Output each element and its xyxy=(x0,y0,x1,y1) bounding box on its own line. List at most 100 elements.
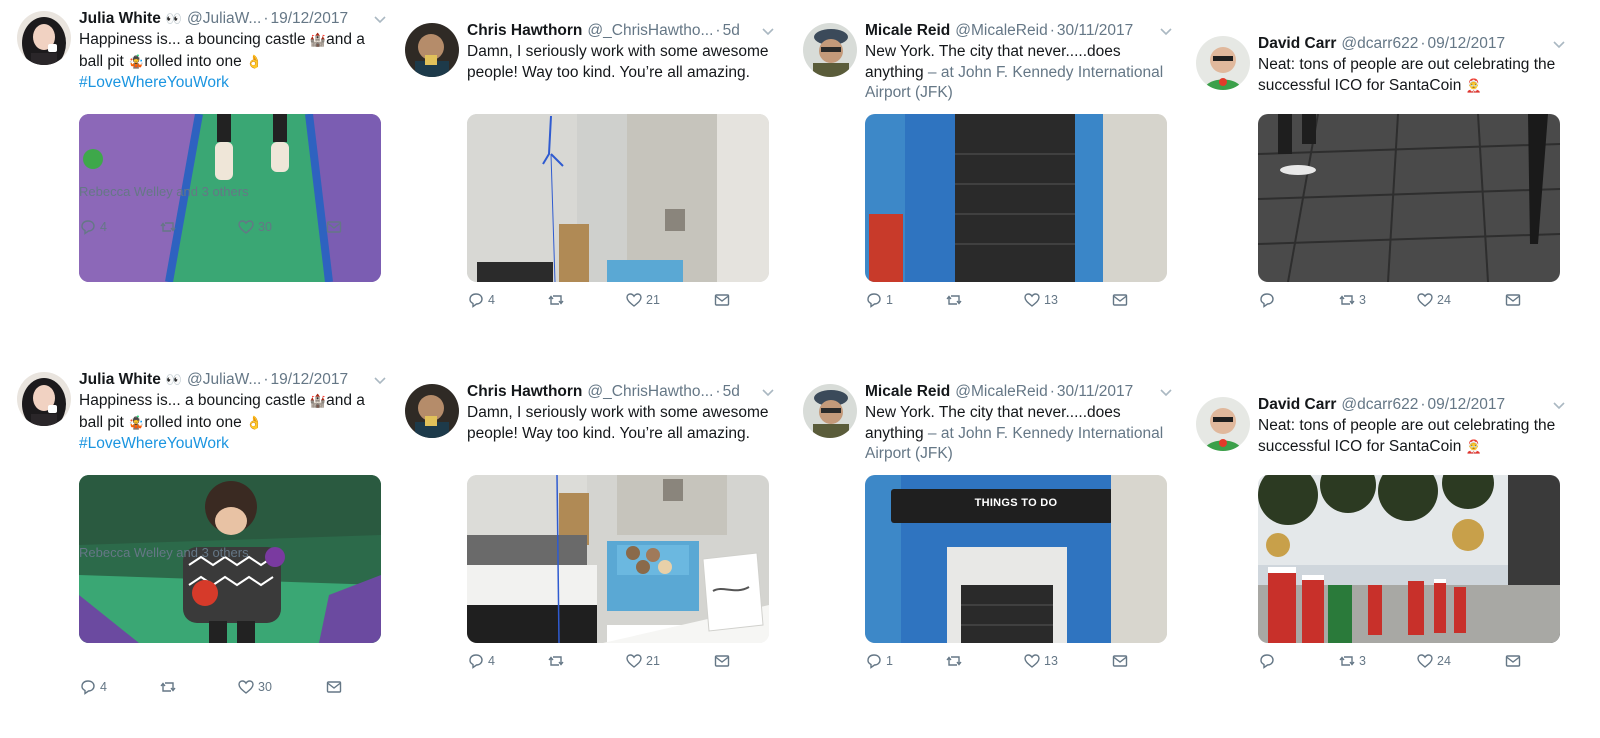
tweet-date[interactable]: 5d xyxy=(723,21,740,41)
retweet-button[interactable]: 3 xyxy=(1338,652,1416,670)
author-name[interactable]: Chris Hawthorn xyxy=(467,21,582,41)
retweet-count: 3 xyxy=(1359,654,1366,668)
reply-button[interactable]: 4 xyxy=(467,652,547,670)
tweet-media[interactable]: THINGS TO DO xyxy=(865,475,1167,643)
tweet-actions: 4 30 xyxy=(79,217,343,237)
reply-button[interactable]: 4 xyxy=(79,678,159,696)
reply-count: 4 xyxy=(488,654,495,668)
tweet-date[interactable]: 30/11/2017 xyxy=(1057,382,1133,402)
social-context[interactable]: Rebecca Welley and 3 others xyxy=(79,184,249,199)
tweet-date[interactable]: 19/12/2017 xyxy=(271,370,349,390)
tweet-date[interactable]: 09/12/2017 xyxy=(1428,34,1506,54)
like-button[interactable]: 13 xyxy=(1023,291,1111,309)
retweet-button[interactable] xyxy=(159,218,237,236)
heart-icon xyxy=(625,652,643,670)
like-button[interactable]: 21 xyxy=(625,652,713,670)
tweet-date[interactable]: 09/12/2017 xyxy=(1428,395,1506,415)
retweet-button[interactable] xyxy=(547,652,625,670)
retweet-button[interactable] xyxy=(159,678,237,696)
avatar[interactable] xyxy=(1196,36,1250,90)
like-button[interactable]: 30 xyxy=(237,218,325,236)
retweet-button[interactable] xyxy=(945,652,1023,670)
message-button[interactable] xyxy=(1111,652,1129,670)
like-button[interactable]: 21 xyxy=(625,291,713,309)
author-name[interactable]: David Carr xyxy=(1258,395,1336,415)
avatar[interactable] xyxy=(803,23,857,77)
reply-button[interactable]: 1 xyxy=(865,291,945,309)
tweet-media[interactable] xyxy=(865,114,1167,282)
tweet-body: David Carr @dcarr622 · 09/12/2017 Neat: … xyxy=(1258,34,1565,308)
reply-button[interactable]: 1 xyxy=(865,652,945,670)
chevron-down-icon[interactable] xyxy=(1552,398,1566,412)
like-button[interactable]: 30 xyxy=(237,678,325,696)
avatar[interactable] xyxy=(17,11,71,65)
author-handle[interactable]: @MicaleReid xyxy=(955,21,1047,41)
retweet-icon xyxy=(159,218,177,236)
tweet-actions: 4 21 xyxy=(467,651,731,671)
chevron-down-icon[interactable] xyxy=(373,373,387,387)
author-name[interactable]: Julia White xyxy=(79,9,161,29)
message-button[interactable] xyxy=(1504,652,1522,670)
reply-icon xyxy=(865,291,883,309)
message-button[interactable] xyxy=(325,678,343,696)
reply-button[interactable] xyxy=(1258,291,1338,309)
chevron-down-icon[interactable] xyxy=(373,12,387,26)
author-handle[interactable]: @_ChrisHawtho... xyxy=(587,382,713,402)
tweet-media[interactable] xyxy=(467,475,769,643)
author-handle[interactable]: @MicaleReid xyxy=(955,382,1047,402)
author-handle[interactable]: @_ChrisHawtho... xyxy=(587,21,713,41)
chevron-down-icon[interactable] xyxy=(1552,37,1566,51)
avatar[interactable] xyxy=(405,23,459,77)
chevron-down-icon[interactable] xyxy=(1159,24,1173,38)
tweet-date[interactable]: 5d xyxy=(723,382,740,402)
separator-dot: · xyxy=(263,10,269,27)
like-button[interactable]: 13 xyxy=(1023,652,1111,670)
heart-icon xyxy=(1023,652,1041,670)
author-name[interactable]: Micale Reid xyxy=(865,21,950,41)
author-name[interactable]: Micale Reid xyxy=(865,382,950,402)
message-button[interactable] xyxy=(1111,291,1129,309)
tweet-text-part: Neat: tons of people are out celebrating… xyxy=(1258,56,1556,94)
avatar[interactable] xyxy=(1196,397,1250,451)
author-name[interactable]: David Carr xyxy=(1258,34,1336,54)
social-context[interactable]: Rebecca Welley and 3 others xyxy=(79,545,249,560)
author-handle[interactable]: @JuliaW... xyxy=(187,370,261,390)
reply-button[interactable]: 4 xyxy=(467,291,547,309)
avatar[interactable] xyxy=(17,372,71,426)
like-count: 21 xyxy=(646,293,660,307)
chevron-down-icon[interactable] xyxy=(761,385,775,399)
avatar[interactable] xyxy=(405,384,459,438)
eyes-emoji: 👀 xyxy=(165,12,183,27)
message-button[interactable] xyxy=(325,218,343,236)
retweet-button[interactable]: 3 xyxy=(1338,291,1416,309)
author-handle[interactable]: @dcarr622 xyxy=(1341,34,1418,54)
author-name[interactable]: Chris Hawthorn xyxy=(467,382,582,402)
heart-icon xyxy=(237,218,255,236)
retweet-button[interactable] xyxy=(547,291,625,309)
ok-hand-emoji: 👌 xyxy=(246,415,263,431)
reply-button[interactable]: 4 xyxy=(79,218,159,236)
hashtag-link[interactable]: #LoveWhereYouWork xyxy=(79,74,229,91)
tweet-media[interactable] xyxy=(1258,114,1560,282)
message-button[interactable] xyxy=(713,291,731,309)
author-handle[interactable]: @dcarr622 xyxy=(1341,395,1418,415)
retweet-button[interactable] xyxy=(945,291,1023,309)
author-handle[interactable]: @JuliaW... xyxy=(187,9,261,29)
author-name[interactable]: Julia White xyxy=(79,370,161,390)
like-button[interactable]: 24 xyxy=(1416,652,1504,670)
tweet-text: Happiness is... a bouncing castle 🏰and a… xyxy=(79,30,381,94)
hashtag-link[interactable]: #LoveWhereYouWork xyxy=(79,435,229,452)
tweet-date[interactable]: 19/12/2017 xyxy=(271,9,349,29)
tweet-media[interactable] xyxy=(467,114,769,282)
message-button[interactable] xyxy=(1504,291,1522,309)
avatar[interactable] xyxy=(803,384,857,438)
retweet-icon xyxy=(945,652,963,670)
chevron-down-icon[interactable] xyxy=(1159,385,1173,399)
chevron-down-icon[interactable] xyxy=(761,24,775,38)
tweet-media[interactable] xyxy=(1258,475,1560,643)
tweet-date[interactable]: 30/11/2017 xyxy=(1057,21,1133,41)
tweet-actions: 4 30 xyxy=(79,677,343,697)
like-button[interactable]: 24 xyxy=(1416,291,1504,309)
message-button[interactable] xyxy=(713,652,731,670)
reply-button[interactable] xyxy=(1258,652,1338,670)
